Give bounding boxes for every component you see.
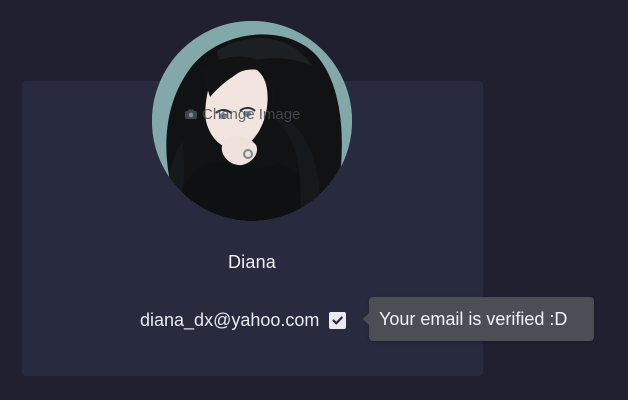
checkbox-checked-icon[interactable] <box>329 311 347 329</box>
email-row: diana_dx@yahoo.com <box>140 307 347 333</box>
profile-email: diana_dx@yahoo.com <box>140 309 320 330</box>
verified-tooltip: Your email is verified :D <box>363 297 594 341</box>
verified-tooltip-text: Your email is verified :D <box>379 308 568 329</box>
profile-name: Diana <box>227 252 277 272</box>
camera-icon <box>184 107 198 121</box>
change-image-button[interactable]: Change Image <box>184 104 300 124</box>
change-image-label: Change Image <box>202 105 301 123</box>
